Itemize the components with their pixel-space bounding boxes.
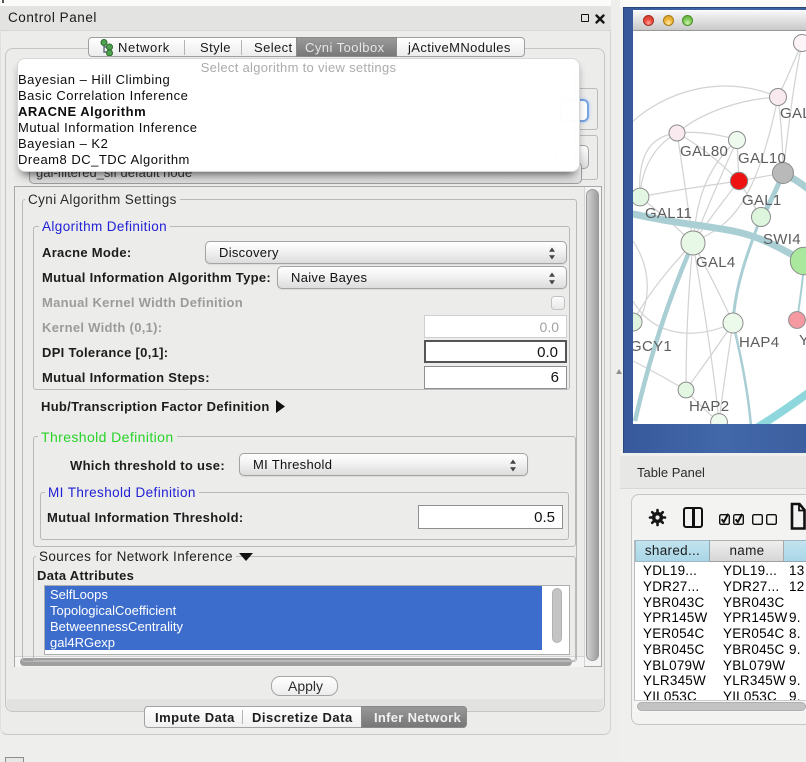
svg-text:SWI4: SWI4: [763, 231, 801, 248]
svg-text:GAL1: GAL1: [742, 192, 782, 209]
svg-text:HAP2: HAP2: [689, 398, 729, 415]
svg-text:GCY1: GCY1: [633, 338, 672, 355]
svg-text:GAL4: GAL4: [696, 254, 736, 271]
svg-text:Y: Y: [799, 332, 806, 349]
svg-text:GAL80: GAL80: [680, 143, 728, 160]
svg-text:GAL10: GAL10: [738, 150, 786, 167]
svg-text:GAL11: GAL11: [645, 205, 692, 222]
svg-text:GAL: GAL: [780, 105, 806, 122]
svg-text:HAP4: HAP4: [739, 334, 779, 351]
